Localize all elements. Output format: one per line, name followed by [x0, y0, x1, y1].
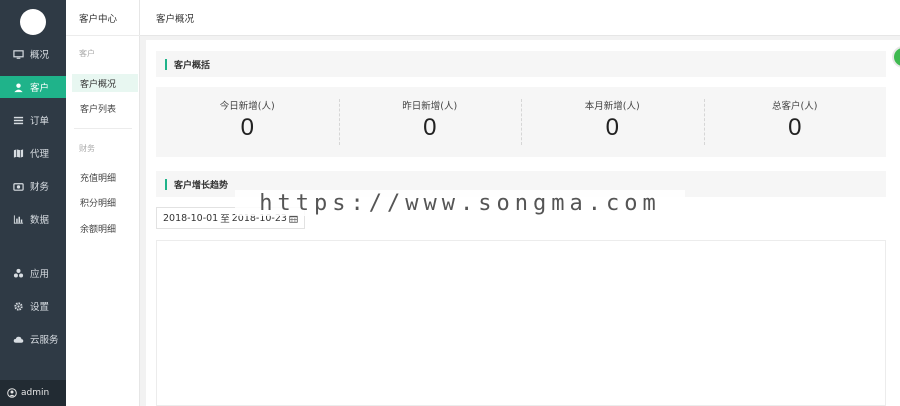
monitor-icon — [12, 48, 24, 60]
stat-month-new: 本月新增(人) 0 — [521, 87, 704, 157]
user-icon — [12, 81, 24, 93]
subnav-item-balance-detail[interactable]: 余额明细 — [72, 219, 138, 237]
subnav-group-finance: 财务 — [79, 144, 95, 153]
sidebar-item-settings[interactable]: 设置 — [0, 295, 66, 317]
stat-label: 总客户(人) — [772, 101, 818, 112]
sidebar-item-orders[interactable]: 订单 — [0, 109, 66, 131]
subnav-group-customer: 客户 — [79, 49, 95, 58]
watermark: https://www.songma.com — [235, 190, 685, 216]
stat-value: 0 — [240, 114, 254, 141]
stat-label: 本月新增(人) — [584, 101, 640, 112]
sidebar-item-label: 概况 — [30, 50, 50, 61]
camera-icon — [12, 180, 24, 192]
list-icon — [12, 114, 24, 126]
sub-sidebar: 客户中心 客户 客户概况 客户列表 财务 充值明细 积分明细 余额明细 — [66, 0, 140, 406]
sidebar-item-label: 财务 — [30, 182, 50, 193]
sidebar-item-label: 代理 — [30, 149, 50, 160]
subnav-item-points-detail[interactable]: 积分明细 — [72, 193, 138, 211]
main-content: 客户概括 今日新增(人) 0 昨日新增(人) 0 本月新增(人) 0 总客户(人… — [146, 40, 900, 406]
subnav-title: 客户中心 — [66, 0, 140, 36]
sidebar-item-cloud[interactable]: 云服务 — [0, 328, 66, 350]
stat-total-customers: 总客户(人) 0 — [703, 87, 887, 157]
sidebar-item-overview[interactable]: 概况 — [0, 43, 66, 65]
bar-chart-icon — [12, 213, 24, 225]
stat-value: 0 — [423, 114, 437, 141]
subnav-divider — [74, 128, 132, 129]
page-title: 客户概况 — [156, 13, 195, 25]
accent-bar — [165, 178, 167, 190]
customer-growth-chart — [156, 240, 886, 406]
apps-icon — [12, 267, 24, 279]
main-sidebar: 概况 客户 订单 代理 财务 数据 应用 设置 云服务 admin — [0, 0, 66, 406]
sidebar-item-label: 数据 — [30, 215, 50, 226]
date-separator: 至 — [220, 214, 230, 225]
cloud-icon — [12, 333, 24, 345]
page-header: 客户概况 — [140, 0, 900, 36]
subnav-item-customer-overview[interactable]: 客户概况 — [72, 74, 138, 92]
stat-today-new: 今日新增(人) 0 — [156, 87, 339, 157]
sidebar-item-label: 订单 — [30, 116, 50, 127]
sidebar-item-label: 客户 — [30, 83, 50, 94]
overview-section-header: 客户概括 — [156, 51, 886, 77]
sidebar-item-finance[interactable]: 财务 — [0, 175, 66, 197]
map-icon — [12, 147, 24, 159]
date-start: 2018-10-01 — [163, 212, 219, 224]
stat-yesterday-new: 昨日新增(人) 0 — [338, 87, 522, 157]
subnav-item-customer-list[interactable]: 客户列表 — [72, 99, 138, 117]
sidebar-item-data[interactable]: 数据 — [0, 208, 66, 230]
current-user[interactable]: admin — [0, 380, 66, 406]
sidebar-item-apps[interactable]: 应用 — [0, 262, 66, 284]
gear-icon — [12, 300, 24, 312]
sidebar-item-customer[interactable]: 客户 — [0, 76, 66, 98]
sidebar-item-agent[interactable]: 代理 — [0, 142, 66, 164]
stat-label: 昨日新增(人) — [402, 101, 458, 112]
stat-value: 0 — [788, 114, 802, 141]
stats-panel: 今日新增(人) 0 昨日新增(人) 0 本月新增(人) 0 总客户(人) 0 — [156, 87, 886, 157]
username: admin — [21, 388, 50, 398]
user-circle-icon — [7, 388, 17, 398]
sidebar-item-label: 应用 — [30, 269, 50, 280]
sidebar-item-label: 云服务 — [30, 335, 59, 346]
sidebar-item-label: 设置 — [30, 302, 50, 313]
stat-value: 0 — [605, 114, 619, 141]
section-title: 客户增长趋势 — [174, 180, 229, 191]
section-title: 客户概括 — [174, 60, 211, 71]
avatar[interactable] — [20, 9, 46, 35]
subnav-item-recharge-detail[interactable]: 充值明细 — [72, 168, 138, 186]
stat-label: 今日新增(人) — [219, 101, 275, 112]
accent-bar — [165, 58, 167, 70]
